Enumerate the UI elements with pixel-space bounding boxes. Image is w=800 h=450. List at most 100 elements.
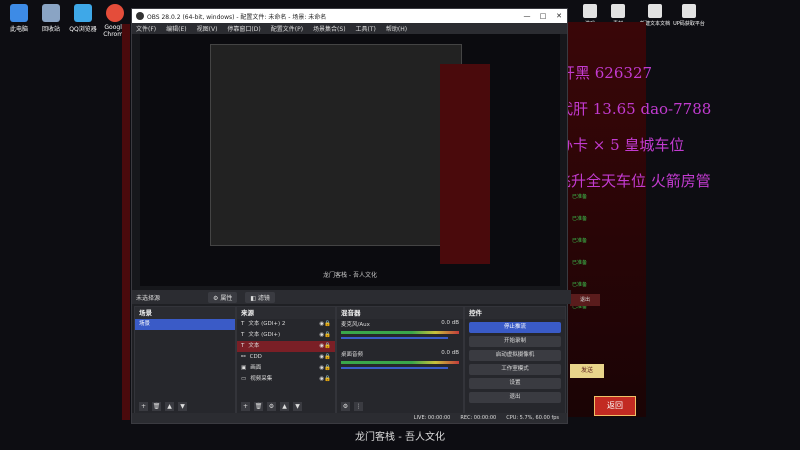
remove-source-button[interactable]: 🗑	[254, 402, 263, 411]
mixer-channel-mic: 麦克风/Aux 0.0 dB	[337, 319, 463, 329]
menu-file[interactable]: 文件(F)	[136, 24, 156, 33]
channel-db: 0.0 dB	[441, 320, 459, 326]
menu-edit[interactable]: 编辑(E)	[166, 24, 186, 33]
obs-window: OBS 28.0.2 (64-bit, windows) - 配置文件: 未命名…	[131, 8, 571, 424]
mixer-title: 混音器	[337, 307, 463, 319]
nested-stream	[440, 64, 490, 264]
ready-label: 已准备	[572, 216, 588, 222]
source-item[interactable]: T 文本 (GDI+) ◉ 🔒	[237, 330, 335, 341]
properties-button[interactable]: ⚙ 属性	[208, 291, 238, 303]
menu-scene-collection[interactable]: 场景集合(S)	[313, 24, 346, 33]
preview-canvas: 龙门客栈 - 吾人文化	[140, 34, 560, 286]
scenes-title: 场景	[135, 307, 235, 319]
menu-view[interactable]: 视图(V)	[197, 24, 218, 33]
filter-icon: ◧	[250, 294, 258, 302]
lock-icon[interactable]: 🔒	[324, 363, 331, 374]
lock-icon[interactable]: 🔒	[324, 352, 331, 363]
start-recording-button[interactable]: 开始录制	[469, 336, 561, 347]
remove-scene-button[interactable]: 🗑	[152, 402, 161, 411]
lock-icon[interactable]: 🔒	[324, 341, 331, 352]
source-settings-button[interactable]: ⚙	[267, 402, 276, 411]
channel-db: 0.0 dB	[441, 350, 459, 356]
ready-label: 已准备	[572, 238, 588, 244]
sources-dock: 来源 T 文本 (GDI+) 2 ◉ 🔒 T 文本 (GDI+) ◉ 🔒 T 文本 ◉ 🔒 ⚯ CD…	[236, 306, 336, 414]
overlay-line-1: 开黑 626327	[560, 64, 653, 82]
menu-profile[interactable]: 配置文件(P)	[271, 24, 303, 33]
folder-icon	[611, 4, 625, 18]
ready-label: 已准备	[572, 260, 588, 266]
volume-slider[interactable]	[341, 337, 449, 339]
status-bar: LIVE: 00:00:00 REC: 00:00:00 CPU: 5.7%, …	[132, 413, 567, 423]
menu-help[interactable]: 帮助(H)	[386, 24, 407, 33]
close-button[interactable]: ✕	[551, 12, 567, 20]
ready-label: 已准备	[572, 194, 588, 200]
volume-meter	[341, 361, 459, 364]
audio-settings-button[interactable]: ⚙	[341, 402, 350, 411]
properties-label: 属性	[220, 294, 233, 302]
obs-title: OBS 28.0.2 (64-bit, windows) - 配置文件: 未命名…	[147, 13, 327, 21]
obs-menubar: 文件(F) 编辑(E) 视图(V) 停靠窗口(D) 配置文件(P) 场景集合(S…	[132, 23, 567, 34]
nested-preview	[210, 44, 462, 246]
desktop-icon-recycle-bin[interactable]: 回收站	[34, 4, 68, 33]
computer-icon	[10, 4, 28, 22]
chrome-icon	[106, 4, 124, 22]
volume-slider[interactable]	[341, 367, 449, 369]
start-virtual-camera-button[interactable]: 启动虚拟摄像机	[469, 350, 561, 361]
background-capture	[122, 24, 130, 420]
cpu-status: CPU: 5.7%, 60.00 fps	[506, 415, 559, 421]
maximize-button[interactable]: □	[535, 12, 551, 20]
source-label: 文本 (GDI+)	[248, 332, 281, 338]
obs-logo-icon	[136, 12, 144, 20]
obs-titlebar: OBS 28.0.2 (64-bit, windows) - 配置文件: 未命名…	[132, 9, 567, 23]
overlay-line-3: 办卡 × 5 皇城车位	[558, 136, 685, 154]
more-options-button[interactable]: ⋮	[354, 402, 363, 411]
exit-button[interactable]: 退出	[469, 392, 561, 403]
desktop-icon-this-pc[interactable]: 此电脑	[2, 4, 36, 33]
settings-button[interactable]: 设置	[469, 378, 561, 389]
desktop-icon-up-platform[interactable]: UP码获取平台	[672, 4, 706, 27]
move-down-button[interactable]: ▼	[293, 402, 302, 411]
exit-button[interactable]: 退出	[570, 294, 600, 306]
controls-title: 控件	[465, 307, 565, 319]
return-button[interactable]: 返回	[594, 396, 636, 416]
document-icon	[648, 4, 662, 18]
minimize-button[interactable]: —	[519, 12, 535, 20]
source-item[interactable]: T 文本 (GDI+) 2 ◉ 🔒	[237, 319, 335, 330]
studio-mode-button[interactable]: 工作室模式	[469, 364, 561, 375]
send-button[interactable]: 发送	[570, 364, 604, 378]
lock-icon[interactable]: 🔒	[324, 374, 331, 385]
scene-item[interactable]: 场景	[135, 319, 235, 330]
menu-tools[interactable]: 工具(T)	[356, 24, 376, 33]
filters-button[interactable]: ◧ 滤镜	[245, 291, 275, 303]
live-status: LIVE: 00:00:00	[413, 415, 451, 421]
move-up-button[interactable]: ▲	[280, 402, 289, 411]
overlay-line-2: 代肝 13.65 dao-7788	[558, 100, 712, 118]
move-up-button[interactable]: ▲	[165, 402, 174, 411]
stop-streaming-button[interactable]: 停止推流	[469, 322, 561, 333]
mixer-dock: 混音器 麦克风/Aux 0.0 dB 桌面音频 0.0 dB ⚙ ⋮	[336, 306, 464, 414]
source-label: 画面	[250, 365, 262, 371]
controls-dock: 控件 停止推流 开始录制 启动虚拟摄像机 工作室模式 设置 退出	[464, 306, 566, 414]
lock-icon[interactable]: 🔒	[324, 330, 331, 341]
add-source-button[interactable]: +	[241, 402, 250, 411]
source-label: 文本 (GDI+) 2	[248, 321, 286, 327]
overlay-line-4: 飞升全天车位 火箭房管	[556, 172, 711, 190]
preview-area[interactable]: 龙门客栈 - 吾人文化	[132, 34, 567, 290]
filters-label: 滤镜	[257, 294, 270, 302]
source-item[interactable]: ▣ 画面 ◉ 🔒	[237, 363, 335, 374]
desktop-icon-qq-browser[interactable]: QQ浏览器	[66, 4, 100, 33]
source-item[interactable]: ▭ 视频采集 ◉ 🔒	[237, 374, 335, 385]
volume-meter	[341, 331, 459, 334]
recycle-bin-icon	[42, 4, 60, 22]
lock-icon[interactable]: 🔒	[324, 319, 331, 330]
sources-title: 来源	[237, 307, 335, 319]
add-scene-button[interactable]: +	[139, 402, 148, 411]
source-item[interactable]: T 文本 ◉ 🔒	[237, 341, 335, 352]
scenes-dock: 场景 场景 + 🗑 ▲ ▼	[134, 306, 236, 414]
menu-docks[interactable]: 停靠窗口(D)	[227, 24, 260, 33]
source-toolbar: 未选择源 ⚙ 属性 ◧ 滤镜	[132, 290, 571, 304]
move-down-button[interactable]: ▼	[178, 402, 187, 411]
no-source-selected-label: 未选择源	[136, 294, 161, 302]
folder-icon	[583, 4, 597, 18]
source-item[interactable]: ⚯ CDD ◉ 🔒	[237, 352, 335, 363]
